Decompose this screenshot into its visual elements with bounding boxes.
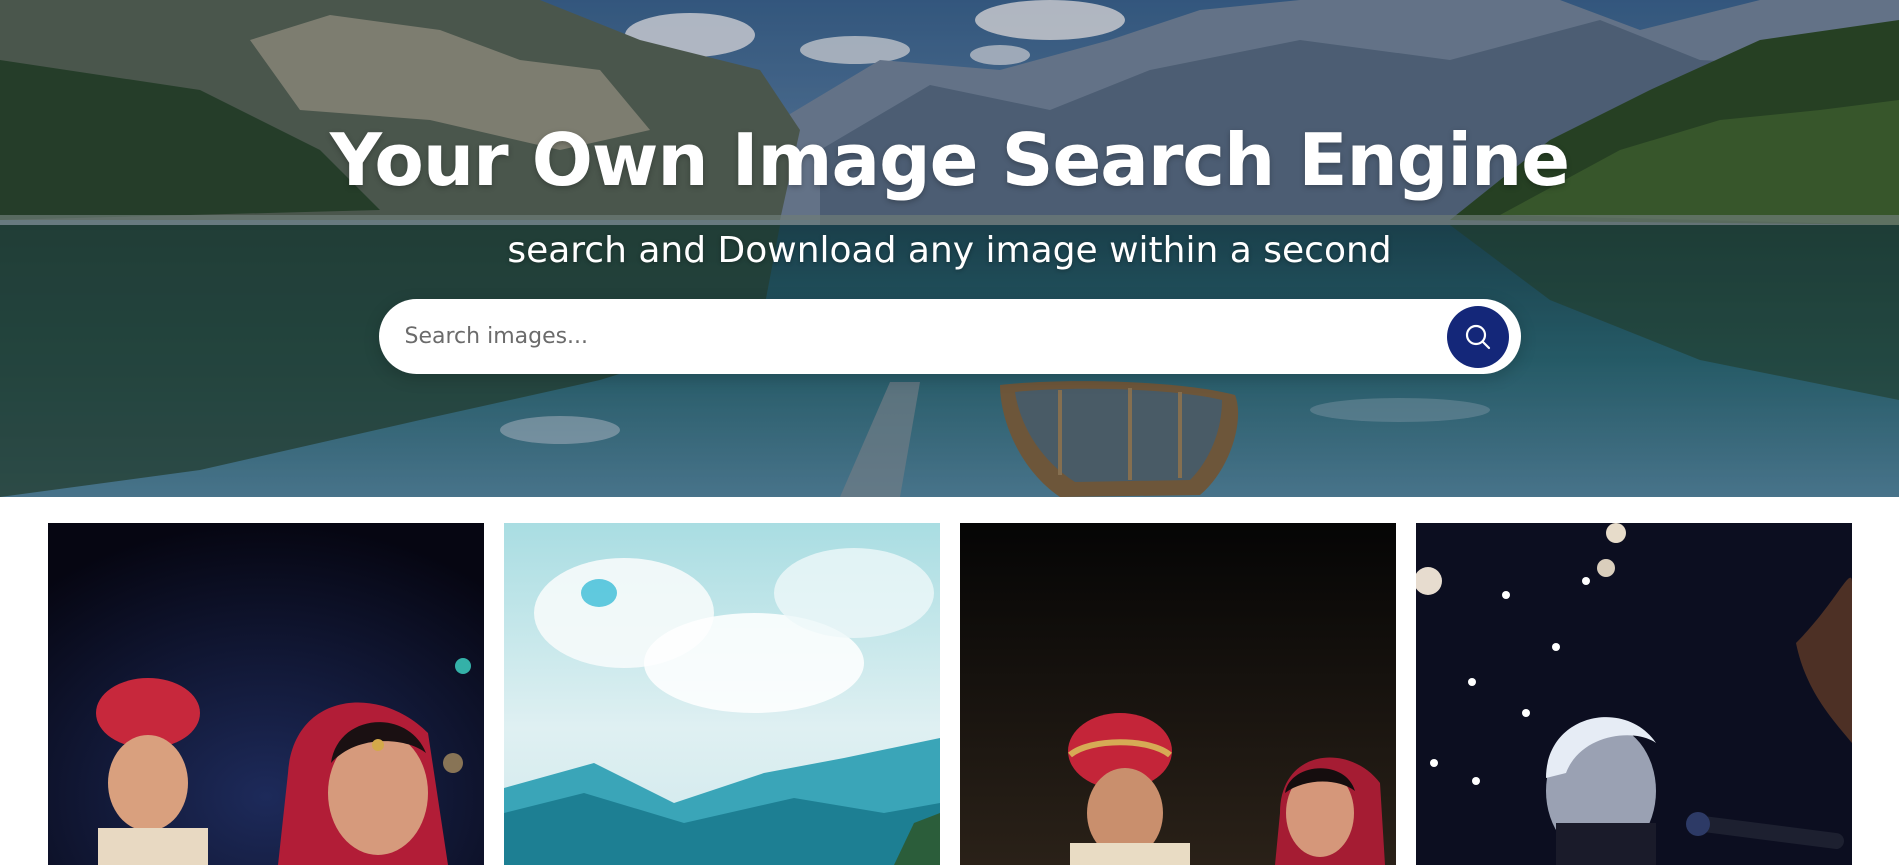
search-input[interactable] <box>404 324 1447 349</box>
image-results-grid <box>48 523 1853 865</box>
hero-banner: Your Own Image Search Engine search and … <box>0 0 1899 497</box>
singer-with-microphone-photo <box>1416 523 1852 865</box>
wedding-couple-photo <box>48 523 484 865</box>
result-image-card[interactable] <box>960 523 1396 865</box>
page-title: Your Own Image Search Engine <box>329 118 1570 202</box>
search-bar <box>378 299 1521 374</box>
page-subtitle: search and Download any image within a s… <box>507 230 1392 271</box>
hero-content: Your Own Image Search Engine search and … <box>0 0 1899 497</box>
wedding-couple-photo <box>960 523 1396 865</box>
search-button[interactable] <box>1446 305 1509 368</box>
cloudy-sky-mountains-photo <box>504 523 940 865</box>
result-image-card[interactable] <box>504 523 940 865</box>
result-image-card[interactable] <box>1416 523 1852 865</box>
search-icon <box>1465 324 1490 349</box>
result-image-card[interactable] <box>48 523 484 865</box>
